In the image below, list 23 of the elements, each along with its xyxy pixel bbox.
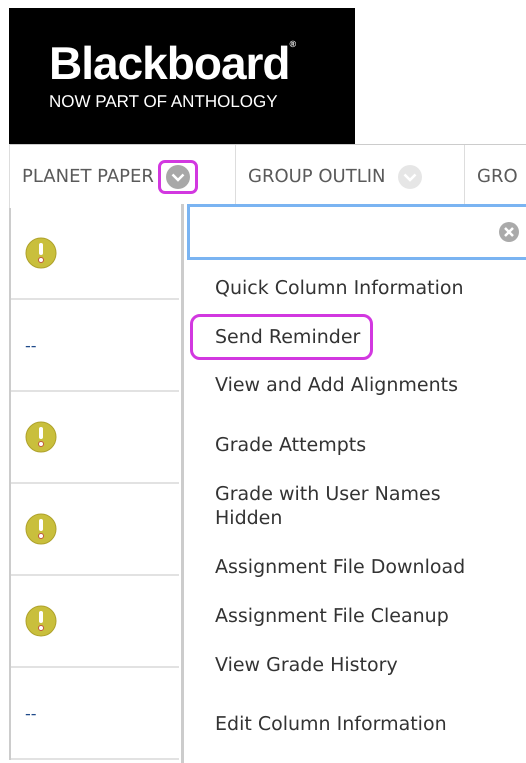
menu-item[interactable]: Quick Column Information <box>190 265 477 312</box>
menu-item[interactable]: Assignment File Cleanup <box>190 592 462 640</box>
grade-cell[interactable]: -- <box>25 336 37 354</box>
menu-item[interactable]: Send Reminder <box>190 314 374 360</box>
clear-icon[interactable] <box>498 221 520 243</box>
column-header[interactable]: PLANET PAPER <box>22 166 154 187</box>
column-header[interactable]: GRO <box>477 166 518 187</box>
menu-item[interactable]: View Grade History <box>190 642 411 688</box>
logo-wordmark: Blackboard$^{®}$ <box>49 40 296 86</box>
alert-icon <box>25 605 57 637</box>
search-field[interactable] <box>187 204 526 260</box>
logo-tagline: NOW PART OF ANTHOLOGY <box>49 92 278 112</box>
alert-icon <box>25 421 57 453</box>
alert-icon <box>25 513 57 545</box>
menu-item[interactable]: View and Add Alignments <box>190 362 471 410</box>
column-header[interactable]: GROUP OUTLIN <box>248 166 386 187</box>
alert-icon <box>25 237 57 269</box>
column-menu-button[interactable] <box>158 160 198 194</box>
menu-item[interactable]: Assignment File Download <box>190 544 478 591</box>
menu-item[interactable]: Grade with User Names Hidden <box>190 470 526 542</box>
menu-item[interactable]: Grade Attempts <box>190 422 380 469</box>
grade-cell[interactable]: -- <box>25 704 37 722</box>
menu-item[interactable]: Edit Column Information <box>190 701 460 748</box>
